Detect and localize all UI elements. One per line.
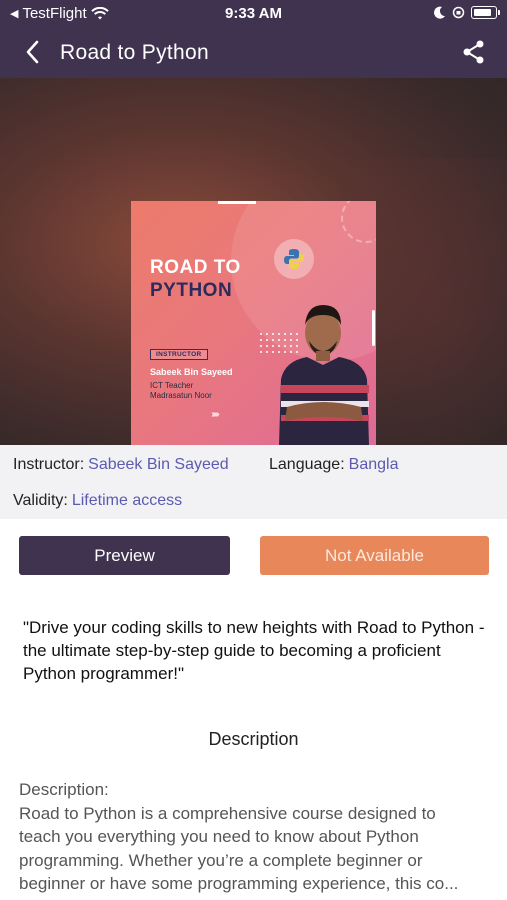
poster-instructor-name: Sabeek Bin Sayeed: [150, 367, 233, 377]
python-logo-icon: [274, 239, 314, 279]
course-banner: ROAD TO PYTHON INSTRUCTOR Sabeek Bin Say…: [0, 78, 507, 445]
moon-icon: [434, 6, 445, 19]
language-value: Bangla: [348, 456, 399, 473]
poster-top-indicator: [218, 201, 256, 204]
language-label: Language:: [269, 456, 345, 473]
header-bar: ◀ TestFlight 9:33 AM Road to Python: [0, 0, 507, 78]
description-line: Road to Python is a comprehensive course…: [19, 803, 436, 823]
description-line: Description:: [19, 780, 109, 799]
poster-title-line2: PYTHON: [150, 280, 233, 301]
description-line: beginner or have some programming experi…: [19, 874, 459, 893]
battery-icon: [471, 6, 500, 19]
validity-label: Validity:: [13, 492, 68, 509]
poster-instructor-badge: INSTRUCTOR: [150, 349, 208, 360]
course-info-panel: Instructor: Sabeek Bin Sayeed Language: Ba…: [0, 445, 507, 519]
status-bar: ◀ TestFlight 9:33 AM: [0, 0, 507, 28]
description-line: teach you everything you need to know ab…: [19, 827, 419, 846]
navigation-bar: Road to Python: [0, 28, 507, 78]
chevron-left-icon: [26, 40, 39, 64]
not-available-button[interactable]: Not Available: [260, 536, 489, 575]
course-tagline: "Drive your coding skills to new heights…: [23, 618, 485, 683]
poster-arrows-icon: ›››››: [211, 409, 220, 420]
status-indicators: [434, 6, 500, 19]
description-line: programming. Whether you’re a complete b…: [19, 850, 423, 870]
share-icon: [463, 40, 484, 64]
carousel-handle[interactable]: [372, 310, 375, 346]
validity-value: Lifetime access: [71, 492, 183, 509]
instructor-photo: [279, 305, 369, 445]
language-row: Language: Bangla: [269, 456, 398, 474]
page-title: Road to Python: [60, 41, 209, 64]
instructor-row: Instructor: Sabeek Bin Sayeed: [13, 456, 229, 474]
status-time: 9:33 AM: [225, 5, 282, 22]
orientation-lock-icon: [452, 6, 465, 19]
poster-role-line1: ICT Teacher: [150, 381, 194, 390]
preview-button[interactable]: Preview: [19, 536, 230, 575]
back-button[interactable]: [18, 38, 46, 66]
course-poster[interactable]: ROAD TO PYTHON INSTRUCTOR Sabeek Bin Say…: [131, 201, 376, 445]
instructor-label: Instructor:: [13, 456, 85, 473]
description-body: Description: Road to Python is a compreh…: [19, 778, 494, 896]
description-heading: Description: [208, 729, 299, 749]
instructor-value[interactable]: Sabeek Bin Sayeed: [88, 456, 229, 473]
share-button[interactable]: [461, 39, 487, 65]
poster-role-line2: Madrasatun Noor: [150, 391, 212, 400]
validity-row: Validity: Lifetime access: [13, 492, 182, 510]
poster-title-line1: ROAD TO: [150, 257, 241, 278]
poster-instructor-role: ICT Teacher Madrasatun Noor: [150, 381, 212, 401]
